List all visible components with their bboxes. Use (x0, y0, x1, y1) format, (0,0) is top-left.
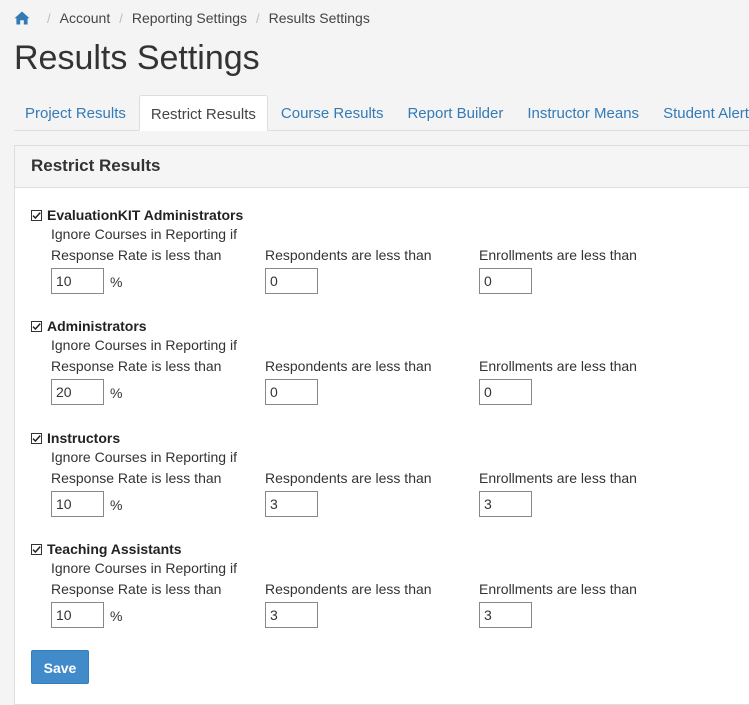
page-title: Results Settings (14, 39, 260, 77)
panel-heading: Restrict Results (15, 146, 749, 188)
checkmark-icon (32, 322, 41, 330)
breadcrumb-separator: / (119, 10, 123, 26)
enrollments-label: Enrollments are less than (479, 247, 637, 263)
role-label: Instructors (47, 430, 121, 446)
respondents-label: Respondents are less than (265, 358, 432, 374)
percent-label: % (110, 608, 123, 624)
restriction-group-teaching-assistants: Teaching Assistants Ignore Courses in Re… (31, 540, 731, 628)
tab-course-results[interactable]: Course Results (270, 95, 395, 130)
restriction-group-administrators: Administrators Ignore Courses in Reporti… (31, 317, 731, 405)
enrollments-input[interactable] (479, 379, 532, 405)
enrollments-field: Enrollments are less than (479, 247, 637, 294)
role-label: EvaluationKIT Administrators (47, 207, 244, 223)
restrict-results-panel: Restrict Results EvaluationKIT Administr… (14, 145, 749, 705)
role-label: Administrators (47, 318, 147, 334)
response-rate-label: Response Rate is less than (51, 358, 222, 374)
role-row: Instructors (31, 429, 731, 447)
percent-label: % (110, 385, 123, 401)
tab-instructor-means[interactable]: Instructor Means (516, 95, 650, 130)
ignore-courses-label: Ignore Courses in Reporting if (51, 449, 237, 465)
home-icon[interactable] (14, 10, 30, 26)
respondents-label: Respondents are less than (265, 581, 432, 597)
response-rate-label: Response Rate is less than (51, 247, 222, 263)
breadcrumb-separator: / (256, 10, 260, 26)
response-rate-input[interactable] (51, 379, 104, 405)
role-row: Administrators (31, 317, 731, 335)
response-rate-input[interactable] (51, 602, 104, 628)
role-row: EvaluationKIT Administrators (31, 206, 731, 224)
tab-restrict-results[interactable]: Restrict Results (138, 95, 268, 131)
enrollments-field: Enrollments are less than (479, 470, 637, 517)
breadcrumb: / Account / Reporting Settings / Results… (14, 9, 370, 27)
enrollments-input[interactable] (479, 491, 532, 517)
enrollments-input[interactable] (479, 268, 532, 294)
role-checkbox[interactable] (31, 320, 42, 332)
role-label: Teaching Assistants (47, 541, 182, 557)
role-checkbox[interactable] (31, 432, 42, 444)
breadcrumb-separator: / (47, 10, 51, 26)
breadcrumb-item-account[interactable]: Account (60, 10, 111, 26)
response-rate-field: Response Rate is less than % (51, 470, 222, 517)
respondents-input[interactable] (265, 379, 318, 405)
ignore-courses-label: Ignore Courses in Reporting if (51, 560, 237, 576)
respondents-input[interactable] (265, 491, 318, 517)
enrollments-input[interactable] (479, 602, 532, 628)
response-rate-label: Response Rate is less than (51, 470, 222, 486)
role-checkbox[interactable] (31, 209, 42, 221)
enrollments-label: Enrollments are less than (479, 581, 637, 597)
response-rate-label: Response Rate is less than (51, 581, 222, 597)
tab-bar: Project Results Restrict Results Course … (14, 95, 749, 131)
breadcrumb-item-results-settings: Results Settings (268, 10, 370, 26)
percent-label: % (110, 274, 123, 290)
restriction-group-instructors: Instructors Ignore Courses in Reporting … (31, 429, 731, 517)
response-rate-input[interactable] (51, 491, 104, 517)
percent-label: % (110, 497, 123, 513)
checkmark-icon (32, 545, 41, 553)
checkmark-icon (32, 434, 41, 442)
respondents-input[interactable] (265, 602, 318, 628)
respondents-label: Respondents are less than (265, 470, 432, 486)
enrollments-label: Enrollments are less than (479, 358, 637, 374)
ignore-courses-label: Ignore Courses in Reporting if (51, 226, 237, 242)
response-rate-input[interactable] (51, 268, 104, 294)
tab-report-builder[interactable]: Report Builder (396, 95, 514, 130)
role-row: Teaching Assistants (31, 540, 731, 558)
save-button[interactable]: Save (31, 650, 89, 684)
respondents-field: Respondents are less than (265, 581, 432, 628)
response-rate-field: Response Rate is less than % (51, 581, 222, 628)
respondents-field: Respondents are less than (265, 470, 432, 517)
respondents-input[interactable] (265, 268, 318, 294)
checkmark-icon (32, 211, 41, 219)
restriction-group-evaluationkit-administrators: EvaluationKIT Administrators Ignore Cour… (31, 206, 731, 294)
respondents-label: Respondents are less than (265, 247, 432, 263)
breadcrumb-item-reporting-settings[interactable]: Reporting Settings (132, 10, 247, 26)
tab-student-alert[interactable]: Student Alert (652, 95, 749, 130)
response-rate-field: Response Rate is less than % (51, 247, 222, 294)
role-checkbox[interactable] (31, 543, 42, 555)
response-rate-field: Response Rate is less than % (51, 358, 222, 405)
respondents-field: Respondents are less than (265, 358, 432, 405)
enrollments-field: Enrollments are less than (479, 358, 637, 405)
enrollments-label: Enrollments are less than (479, 470, 637, 486)
ignore-courses-label: Ignore Courses in Reporting if (51, 337, 237, 353)
tab-project-results[interactable]: Project Results (14, 95, 137, 130)
enrollments-field: Enrollments are less than (479, 581, 637, 628)
respondents-field: Respondents are less than (265, 247, 432, 294)
